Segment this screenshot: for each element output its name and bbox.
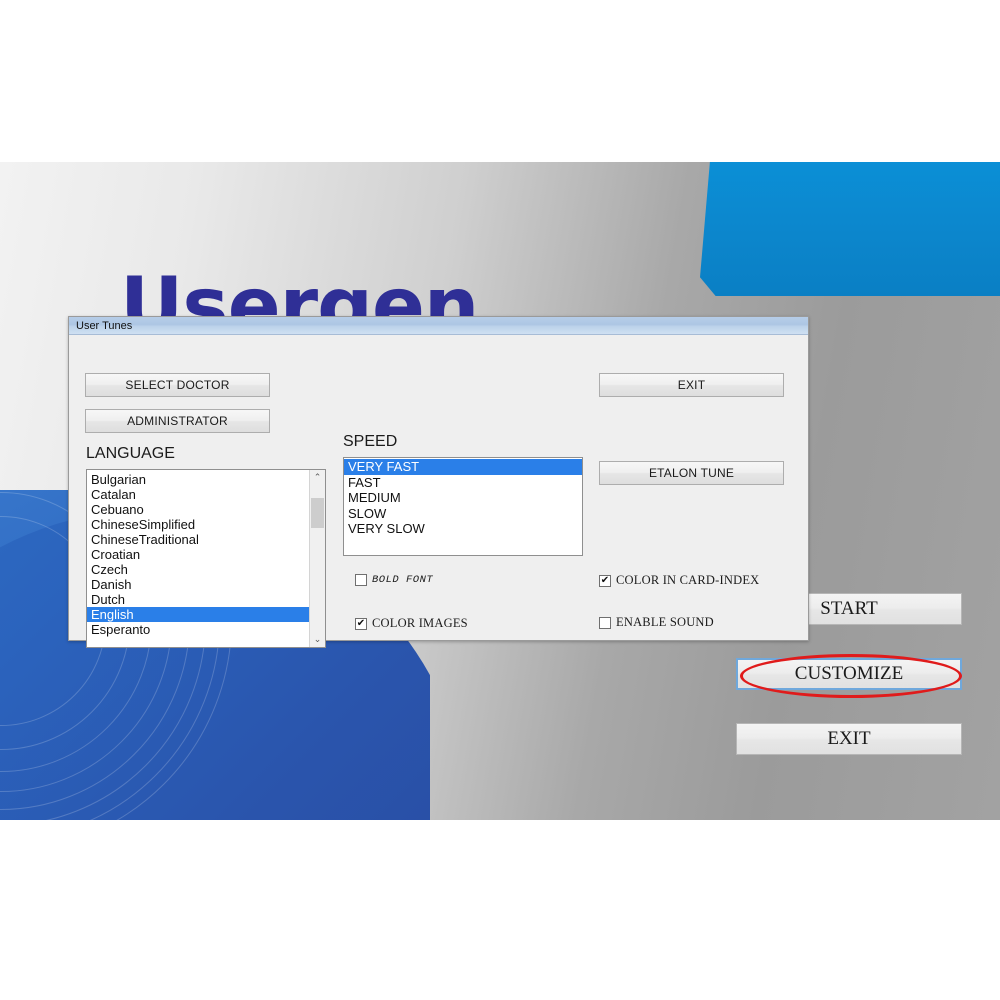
- bold-font-checkbox[interactable]: [355, 574, 367, 586]
- speed-item[interactable]: VERY SLOW: [344, 521, 582, 537]
- language-item[interactable]: Dutch: [87, 592, 309, 607]
- color-images-label: COLOR IMAGES: [372, 616, 468, 630]
- language-item[interactable]: Cebuano: [87, 502, 309, 517]
- exit-button[interactable]: EXIT: [736, 723, 962, 755]
- speed-item[interactable]: FAST: [344, 475, 582, 491]
- enable-sound-checkbox[interactable]: [599, 616, 611, 629]
- dialog-body: SELECT DOCTOR ADMINISTRATOR EXIT ETALON …: [69, 335, 808, 648]
- speed-item[interactable]: VERY FAST: [344, 459, 582, 475]
- language-item[interactable]: Bulgarian: [87, 472, 309, 487]
- color-images-checkbox[interactable]: ✔: [355, 617, 367, 630]
- speed-label: SPEED: [343, 433, 398, 450]
- color-card-index-checkbox-row[interactable]: ✔ COLOR IN CARD-INDEX: [599, 573, 759, 588]
- color-images-checkbox-row[interactable]: ✔ COLOR IMAGES: [355, 616, 468, 631]
- speed-item[interactable]: MEDIUM: [344, 490, 582, 506]
- decorative-blue-banner: [700, 162, 1000, 296]
- language-item[interactable]: ChineseSimplified: [87, 517, 309, 532]
- select-doctor-button[interactable]: SELECT DOCTOR: [85, 373, 270, 397]
- language-listbox[interactable]: Bulgarian Catalan Cebuano ChineseSimplified…: [86, 469, 326, 648]
- scroll-up-icon[interactable]: ⌃: [310, 470, 325, 485]
- speed-listbox[interactable]: VERY FAST FAST MEDIUM SLOW VERY SLOW: [343, 457, 583, 556]
- scroll-down-icon[interactable]: ⌄: [310, 632, 325, 647]
- dialog-exit-button[interactable]: EXIT: [599, 373, 784, 397]
- dialog-title: User Tunes: [76, 319, 133, 332]
- language-list[interactable]: Bulgarian Catalan Cebuano ChineseSimplified…: [87, 470, 309, 647]
- dialog-titlebar[interactable]: User Tunes: [69, 317, 808, 335]
- speed-item[interactable]: SLOW: [344, 506, 582, 522]
- language-label: LANGUAGE: [86, 445, 175, 462]
- administrator-button[interactable]: ADMINISTRATOR: [85, 409, 270, 433]
- customize-button[interactable]: CUSTOMIZE: [736, 658, 962, 690]
- etalon-tune-button[interactable]: ETALON TUNE: [599, 461, 784, 485]
- language-item[interactable]: Danish: [87, 577, 309, 592]
- enable-sound-checkbox-row[interactable]: ENABLE SOUND: [599, 615, 714, 630]
- language-item[interactable]: English: [87, 607, 309, 622]
- bold-font-checkbox-row[interactable]: BOLD FONT: [355, 574, 433, 586]
- language-item[interactable]: Croatian: [87, 547, 309, 562]
- user-tunes-dialog: User Tunes SELECT DOCTOR ADMINISTRATOR E…: [68, 316, 809, 648]
- color-card-index-checkbox[interactable]: ✔: [599, 574, 611, 587]
- language-scrollbar[interactable]: ⌃ ⌄: [309, 470, 325, 647]
- color-card-index-label: COLOR IN CARD-INDEX: [616, 573, 760, 587]
- language-item[interactable]: Catalan: [87, 487, 309, 502]
- language-item[interactable]: Esperanto: [87, 622, 309, 637]
- app-stage: ssed 1 месяц Usergen START CUSTOMIZE EXI…: [0, 162, 1000, 820]
- enable-sound-label: ENABLE SOUND: [616, 615, 714, 629]
- language-item[interactable]: ChineseTraditional: [87, 532, 309, 547]
- scrollbar-thumb[interactable]: [311, 498, 324, 528]
- language-item[interactable]: Czech: [87, 562, 309, 577]
- bold-font-label: BOLD FONT: [372, 574, 434, 586]
